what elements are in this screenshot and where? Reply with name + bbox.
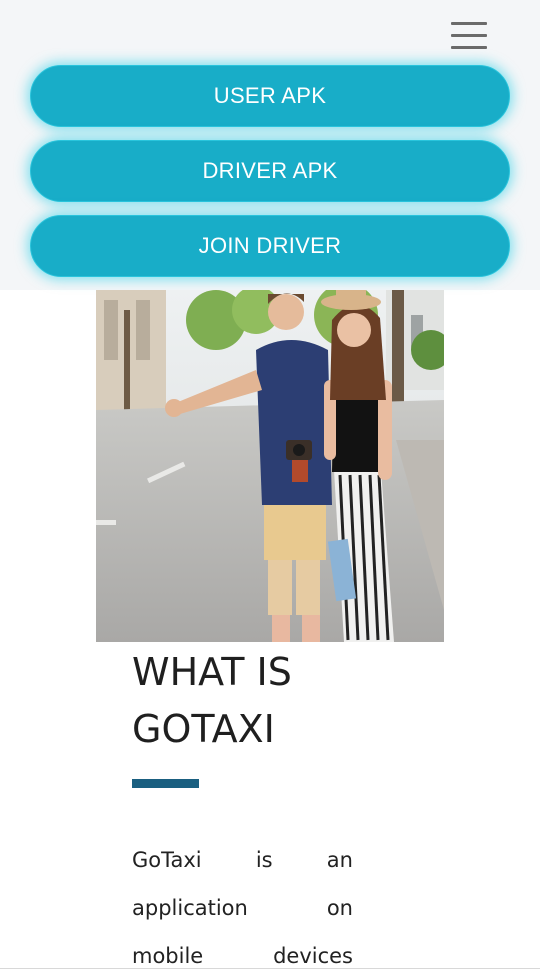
hero-photo: [96, 290, 444, 642]
about-description-word: is: [255, 848, 273, 872]
about-description-word: an: [326, 848, 353, 872]
hamburger-bar-bottom: [451, 46, 487, 49]
about-description-word: GoTaxi: [132, 848, 202, 872]
driver-apk-button[interactable]: DRIVER APK: [30, 140, 510, 202]
about-description-word: on: [326, 896, 353, 920]
join-driver-button[interactable]: JOIN DRIVER: [30, 215, 510, 277]
hamburger-menu-icon[interactable]: [446, 18, 492, 54]
hamburger-bar-top: [451, 22, 487, 25]
page: USER APK DRIVER APK JOIN DRIVER WHAT IS …: [0, 0, 540, 975]
hamburger-bar-middle: [451, 34, 487, 37]
about-description-word: devices: [273, 944, 353, 968]
heading-underline: [132, 779, 199, 788]
about-heading-line1: WHAT IS: [132, 650, 292, 694]
about-heading: WHAT IS GOTAXI: [132, 644, 392, 758]
about-heading-line2: GOTAXI: [132, 707, 275, 751]
about-description-word: mobile: [132, 944, 204, 968]
about-description-word: application: [132, 896, 248, 920]
bottom-divider: [0, 968, 540, 969]
about-description: GoTaxi is an application on mobile devic…: [132, 836, 353, 975]
user-apk-button[interactable]: USER APK: [30, 65, 510, 127]
menu-panel: USER APK DRIVER APK JOIN DRIVER: [0, 0, 540, 290]
